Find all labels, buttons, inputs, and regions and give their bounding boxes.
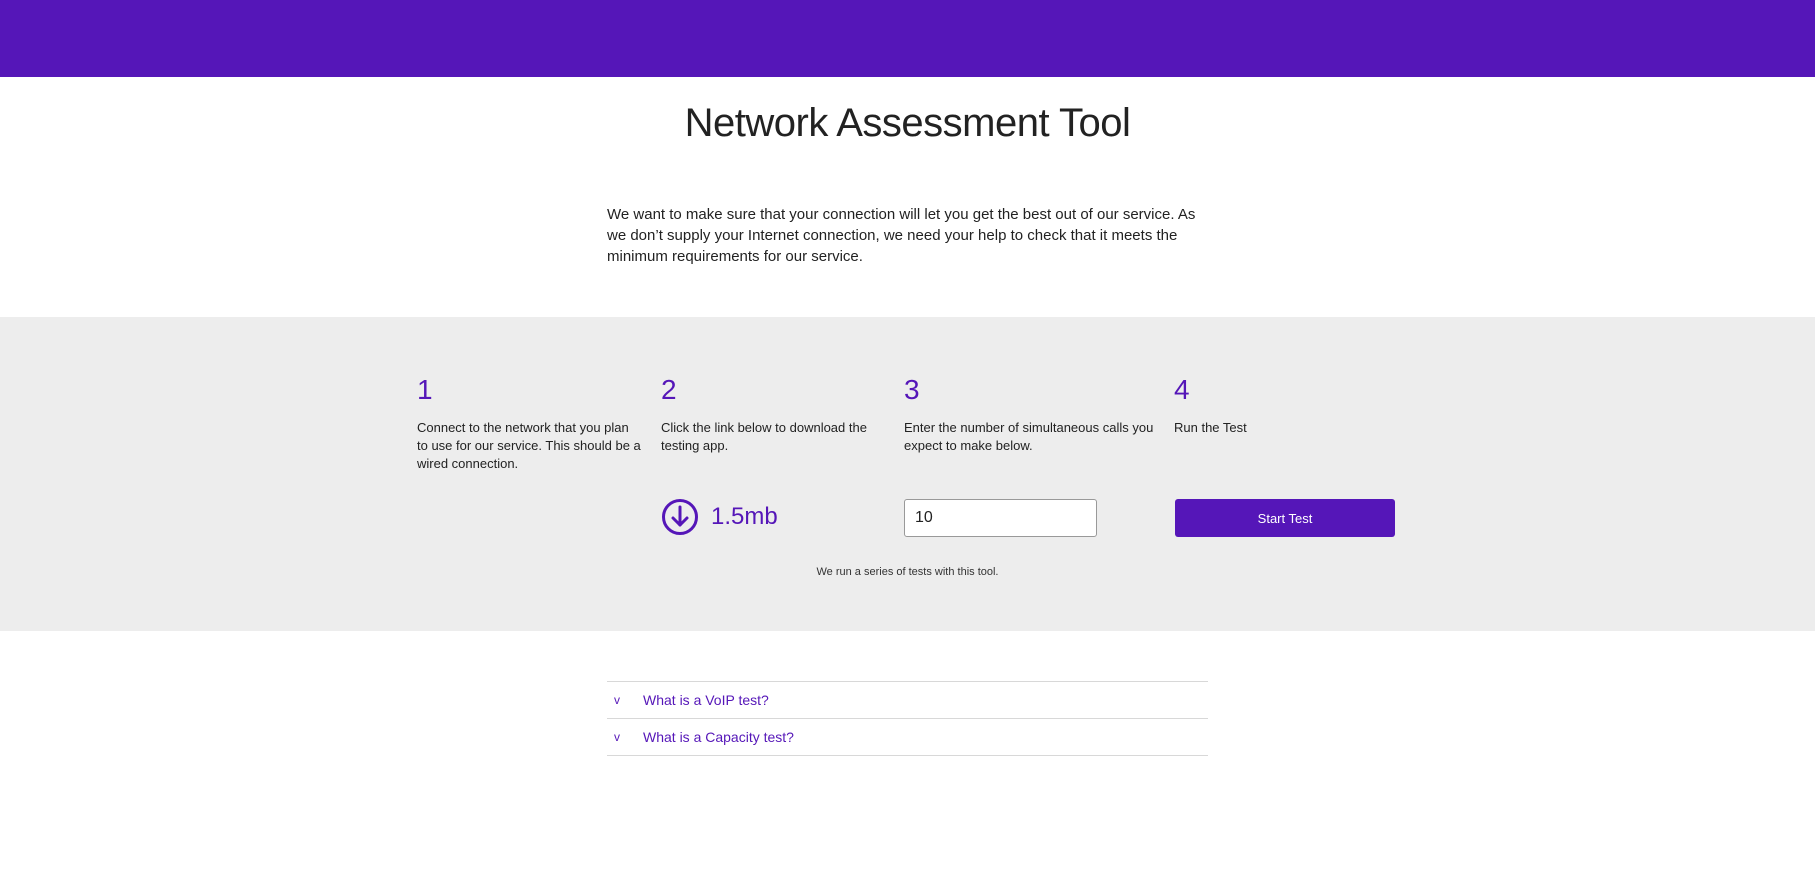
step-4: 4 Run the Test bbox=[1174, 373, 1398, 437]
download-size-label: 1.5mb bbox=[711, 503, 778, 530]
page-title: Network Assessment Tool bbox=[684, 101, 1131, 145]
step-description: Enter the number of simultaneous calls y… bbox=[904, 420, 1154, 453]
step-number: 4 bbox=[1174, 374, 1190, 405]
step-description: Connect to the network that you plan to … bbox=[417, 420, 641, 471]
intro-paragraph: We want to make sure that your connectio… bbox=[607, 206, 1196, 265]
faq-item-capacity-test[interactable]: v What is a Capacity test? bbox=[607, 719, 1208, 756]
step-number: 1 bbox=[417, 374, 433, 405]
step-number: 3 bbox=[904, 374, 920, 405]
step-description: Click the link below to download the tes… bbox=[661, 420, 867, 453]
download-app-link[interactable]: 1.5mb bbox=[661, 498, 778, 536]
faq-item-voip-test[interactable]: v What is a VoIP test? bbox=[607, 682, 1208, 719]
step-3: 3 Enter the number of simultaneous calls… bbox=[904, 373, 1154, 455]
step-1: 1 Connect to the network that you plan t… bbox=[417, 373, 641, 473]
faq-accordion: v What is a VoIP test? v What is a Capac… bbox=[607, 681, 1208, 756]
faq-item-label: What is a Capacity test? bbox=[643, 729, 794, 745]
chevron-down-icon: v bbox=[614, 730, 620, 744]
simultaneous-calls-input[interactable] bbox=[904, 499, 1097, 537]
tests-note: We run a series of tests with this tool. bbox=[816, 566, 999, 578]
chevron-down-icon: v bbox=[614, 693, 620, 707]
top-header-bar bbox=[0, 0, 1815, 77]
faq-item-label: What is a VoIP test? bbox=[643, 692, 769, 708]
steps-section bbox=[0, 317, 1815, 631]
step-2: 2 Click the link below to download the t… bbox=[661, 373, 885, 455]
start-test-button[interactable]: Start Test bbox=[1175, 499, 1395, 537]
download-circle-icon bbox=[662, 499, 698, 535]
step-number: 2 bbox=[661, 374, 677, 405]
step-description: Run the Test bbox=[1174, 420, 1247, 435]
